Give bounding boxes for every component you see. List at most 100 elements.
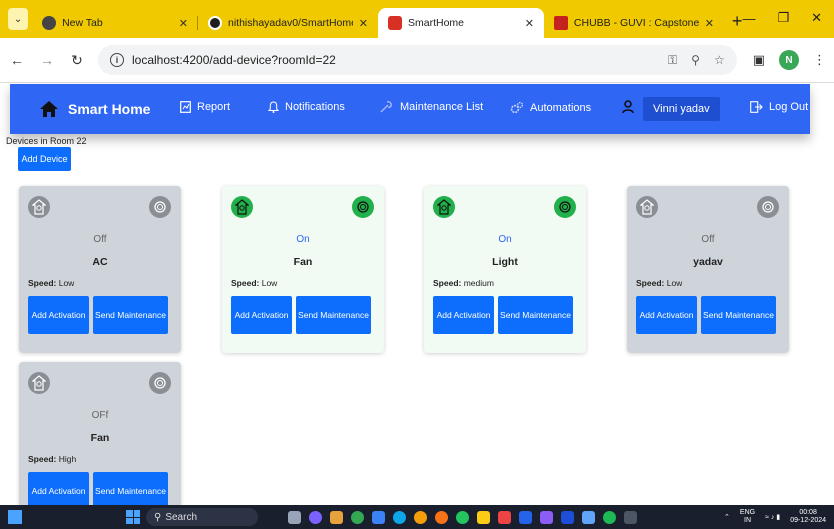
add-device-button[interactable]: Add Device [18, 147, 71, 171]
forward-arrow-icon[interactable]: → [38, 52, 56, 68]
add-activation-button[interactable]: Add Activation [636, 296, 697, 334]
browser-tabstrip: ⌄ New Tab ✕ nithishayadav0/SmartHome/ ✕ … [0, 0, 834, 38]
power-toggle-icon[interactable] [757, 196, 779, 218]
file-explorer-icon[interactable] [477, 510, 490, 524]
site-info-icon[interactable]: i [110, 53, 124, 67]
browser-tab-smarthome[interactable]: SmartHome ✕ [377, 8, 544, 38]
power-toggle-icon[interactable] [149, 196, 171, 218]
speed-value: medium [463, 278, 494, 288]
chrome-beta-icon[interactable] [456, 510, 469, 524]
device-card: OFf Fan Speed: High Add Activation Send … [19, 362, 181, 505]
device-speed: Speed: Low [231, 278, 277, 288]
device-status: On [498, 234, 512, 245]
extensions-puzzle-icon[interactable]: ▣ [753, 52, 765, 68]
taskbar-search[interactable]: ⚲ Search [146, 508, 258, 526]
send-maintenance-button[interactable]: Send Maintenance [498, 296, 573, 334]
visual-studio-icon[interactable] [540, 510, 553, 524]
bulb-icon [231, 196, 253, 218]
photos-icon[interactable] [582, 510, 595, 524]
speed-label: Speed: [231, 278, 260, 288]
nav-maintenance-list[interactable]: Maintenance List [380, 101, 483, 113]
close-tab-icon[interactable]: ✕ [705, 17, 714, 30]
send-maintenance-button[interactable]: Send Maintenance [701, 296, 776, 334]
tab-search-chevron-icon[interactable]: ⌄ [8, 8, 29, 30]
firefox-icon[interactable] [435, 510, 448, 524]
device-card: On Light Speed: medium Add Activation Se… [424, 186, 586, 353]
minimize-icon[interactable]: — [742, 11, 755, 26]
browser-menu-icon[interactable]: ⋮ [813, 52, 826, 68]
tray-chevron-icon[interactable]: ⌃ [724, 513, 730, 521]
add-activation-button[interactable]: Add Activation [28, 472, 89, 505]
password-key-icon[interactable]: ⚿ [668, 53, 677, 68]
nav-notifications[interactable]: Notifications [268, 101, 345, 113]
profile-avatar[interactable]: N [779, 50, 799, 70]
send-maintenance-button[interactable]: Send Maintenance [93, 296, 168, 334]
language-bottom: IN [744, 517, 751, 524]
device-speed: Speed: medium [433, 278, 494, 288]
app-navbar: Smart Home Report Notifications Maintena… [10, 84, 810, 134]
power-toggle-icon[interactable] [149, 372, 171, 394]
word-icon[interactable] [561, 510, 574, 524]
angular-favicon-icon [387, 16, 402, 30]
taskbar-search-label: Search [165, 511, 198, 523]
add-activation-button[interactable]: Add Activation [231, 296, 292, 334]
logout-icon [750, 101, 763, 113]
close-tab-icon[interactable]: ✕ [525, 17, 534, 30]
windows-start-icon[interactable] [126, 510, 140, 524]
teams-icon[interactable] [330, 510, 343, 524]
reload-icon[interactable]: ↻ [68, 52, 86, 69]
gmail-favicon-icon [553, 16, 568, 30]
terminal-icon[interactable] [624, 510, 637, 524]
language-indicator[interactable]: ENG IN [740, 509, 755, 525]
send-maintenance-button[interactable]: Send Maintenance [93, 472, 168, 505]
widgets-icon[interactable] [8, 510, 22, 524]
brand[interactable]: Smart Home [40, 101, 150, 117]
vscode-icon[interactable] [519, 510, 532, 524]
nav-automations[interactable]: Automations [510, 101, 591, 114]
bulb-icon [636, 196, 658, 218]
defender-icon[interactable] [498, 510, 511, 524]
new-tab-plus-icon[interactable]: + [732, 11, 743, 32]
restore-icon[interactable]: ❐ [777, 10, 789, 26]
brand-title: Smart Home [68, 101, 151, 117]
close-window-icon[interactable]: ✕ [811, 10, 822, 26]
speed-label: Speed: [433, 278, 462, 288]
device-speed: Speed: High [28, 454, 76, 464]
bookmark-star-icon[interactable]: ☆ [714, 53, 725, 68]
close-tab-icon[interactable]: ✕ [179, 17, 188, 30]
task-view-icon[interactable] [288, 510, 301, 524]
user-name-badge[interactable]: Vinni yadav [643, 97, 720, 121]
tab-title: nithishayadav0/SmartHome/ [227, 17, 353, 29]
spotify-icon[interactable] [603, 510, 616, 524]
bulb-icon [433, 196, 455, 218]
wifi-volume-battery-icon[interactable]: ≈ ♪ ▮ [765, 513, 780, 521]
back-arrow-icon[interactable]: ← [8, 52, 26, 68]
nav-maintenance-label: Maintenance List [400, 101, 484, 113]
close-tab-icon[interactable]: ✕ [359, 17, 368, 30]
bulb-icon [28, 372, 50, 394]
edge-icon[interactable] [393, 510, 406, 524]
user-icon [622, 100, 634, 114]
add-activation-button[interactable]: Add Activation [433, 296, 494, 334]
pinned-apps [288, 510, 637, 524]
browser-tab-new-tab[interactable]: New Tab ✕ [32, 8, 198, 38]
address-bar[interactable]: i localhost:4200/add-device?roomId=22 ⚿ … [98, 45, 737, 75]
power-toggle-icon[interactable] [352, 196, 374, 218]
send-maintenance-button[interactable]: Send Maintenance [296, 296, 371, 334]
browser-tab-gmail[interactable]: CHUBB - GUVI : Capstone Pr ✕ [544, 8, 724, 38]
clock-time: 00:08 [799, 509, 817, 516]
copilot-icon[interactable] [309, 510, 322, 524]
chrome-icon[interactable] [351, 510, 364, 524]
add-activation-button[interactable]: Add Activation [28, 296, 89, 334]
nav-report[interactable]: Report [180, 101, 230, 113]
clock[interactable]: 00:08 09-12-2024 [790, 509, 826, 525]
store-icon[interactable] [372, 510, 385, 524]
speed-value: High [58, 454, 77, 464]
power-toggle-icon[interactable] [554, 196, 576, 218]
gears-icon [510, 101, 524, 114]
chrome-canary-icon[interactable] [414, 510, 427, 524]
device-name: yadav [693, 256, 723, 268]
browser-tab-github[interactable]: nithishayadav0/SmartHome/ ✕ [198, 8, 378, 38]
nav-logout[interactable]: Log Out [750, 101, 808, 113]
zoom-icon[interactable]: ⚲ [691, 53, 700, 68]
